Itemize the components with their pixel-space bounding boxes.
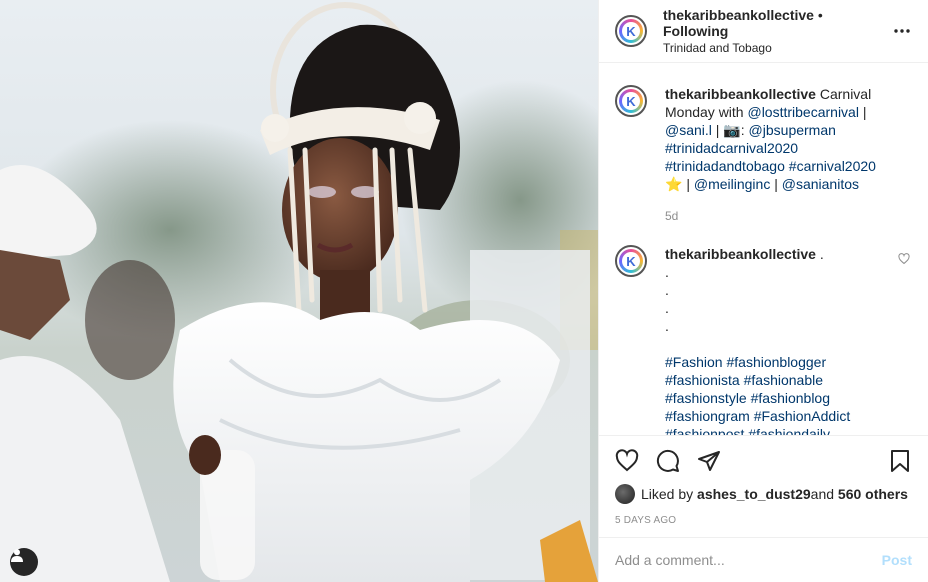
hashtag-link[interactable]: #fashionable [744, 372, 823, 388]
hashtag-link[interactable]: #fashionpost [665, 426, 744, 435]
caption-text-3: | 📷: [711, 122, 749, 138]
mention-link[interactable]: @sanianitos [782, 176, 859, 192]
hashtag-link[interactable]: #FashionAddict [754, 408, 851, 424]
carnival-photo-illustration [0, 2, 598, 582]
header-separator: • [813, 6, 823, 23]
comment-text: . [815, 246, 824, 262]
caption-text-5: | [686, 176, 694, 192]
liker-avatar[interactable] [615, 484, 635, 504]
likes-prefix: Liked by [641, 486, 694, 502]
tagged-users-button[interactable] [10, 548, 38, 576]
header-text: thekaribbeankollective • Following Trini… [663, 7, 890, 56]
action-icons [615, 444, 912, 478]
more-dots-icon [894, 29, 910, 33]
post-header: K thekaribbeankollective • Following Tri… [599, 0, 928, 63]
liker-username[interactable]: ashes_to_dust29 [697, 486, 811, 502]
post-actions: Liked by ashes_to_dust29 and 560 others … [599, 435, 928, 537]
hashtag-link[interactable]: #trinidadandtobago [665, 158, 785, 174]
post-comment-button[interactable]: Post [882, 552, 912, 568]
caption-age[interactable]: 5d [665, 207, 887, 225]
instagram-post: K thekaribbeankollective • Following Tri… [0, 0, 928, 582]
likes-middle: and [810, 486, 835, 502]
hashtag-link[interactable]: #fashionstyle [665, 390, 747, 406]
caption-text: thekaribbeankollective Carnival Monday w… [665, 85, 887, 193]
comment-item: K thekaribbeankollective . . . . . #Fash… [615, 245, 912, 435]
avatar-letter: K [622, 252, 640, 270]
comment-input[interactable] [615, 552, 882, 568]
mention-link[interactable]: @jbsuperman [749, 122, 836, 138]
hashtag-link[interactable]: #trinidadcarnival2020 [665, 140, 798, 156]
hashtag-link[interactable]: #Fashion [665, 354, 723, 370]
profile-avatar[interactable]: K [615, 15, 647, 47]
bookmark-icon[interactable] [888, 449, 912, 473]
caption: K thekaribbeankollective Carnival Monday… [615, 85, 912, 225]
comment-username[interactable]: thekaribbeankollective [665, 246, 816, 262]
heart-icon[interactable] [615, 449, 639, 473]
comment-body: thekaribbeankollective . . . . . #Fashio… [665, 245, 887, 435]
header-username[interactable]: thekaribbeankollective [663, 7, 814, 23]
dot-line: . [665, 264, 669, 280]
dot-line: . [665, 300, 669, 316]
mention-link[interactable]: @losttribecarnival [747, 104, 858, 120]
avatar-letter: K [622, 22, 640, 40]
comment-avatar[interactable]: K [615, 245, 647, 277]
paper-plane-icon[interactable] [697, 449, 721, 473]
likes-row: Liked by ashes_to_dust29 and 560 others [615, 484, 912, 504]
hashtag-link[interactable]: #fashionblogger [726, 354, 826, 370]
add-comment-bar: Post [599, 537, 928, 582]
caption-avatar[interactable]: K [615, 85, 647, 117]
star-emoji: ⭐ [665, 176, 683, 192]
more-options-button[interactable] [890, 19, 914, 43]
likes-count[interactable]: 560 others [838, 486, 908, 502]
dot-line: . [665, 318, 669, 334]
hashtag-link[interactable]: #fashionista [665, 372, 740, 388]
caption-username[interactable]: thekaribbeankollective [665, 86, 816, 102]
caption-body: thekaribbeankollective Carnival Monday w… [665, 85, 887, 225]
user-icon [11, 549, 23, 562]
comment-icon[interactable] [656, 449, 680, 473]
hashtag-link[interactable]: #fashionblog [751, 390, 830, 406]
location-link[interactable]: Trinidad and Tobago [663, 40, 890, 56]
hashtag-link[interactable]: #fashiondaily [748, 426, 830, 435]
mention-link[interactable]: @sani.l [665, 122, 712, 138]
post-date[interactable]: 5 DAYS AGO [615, 515, 912, 526]
hashtag-link[interactable]: #carnival2020 [789, 158, 876, 174]
post-side-panel: K thekaribbeankollective • Following Tri… [598, 0, 928, 582]
comment-like-heart-icon[interactable] [898, 253, 910, 265]
caption-text-6: | [770, 176, 782, 192]
following-button[interactable]: Following [663, 23, 728, 39]
comment-hashtags: #Fashion #fashionblogger #fashionista #f… [665, 353, 887, 435]
header-username-row: thekaribbeankollective • Following [663, 7, 890, 39]
comments-section[interactable]: K thekaribbeankollective Carnival Monday… [599, 63, 928, 435]
avatar-letter: K [622, 92, 640, 110]
post-photo[interactable] [0, 0, 598, 582]
comment-dots: . . . . [665, 263, 887, 335]
hashtag-link[interactable]: #fashiongram [665, 408, 750, 424]
caption-text-2: | [858, 104, 867, 120]
mention-link[interactable]: @meilinginc [694, 176, 770, 192]
dot-line: . [665, 282, 669, 298]
